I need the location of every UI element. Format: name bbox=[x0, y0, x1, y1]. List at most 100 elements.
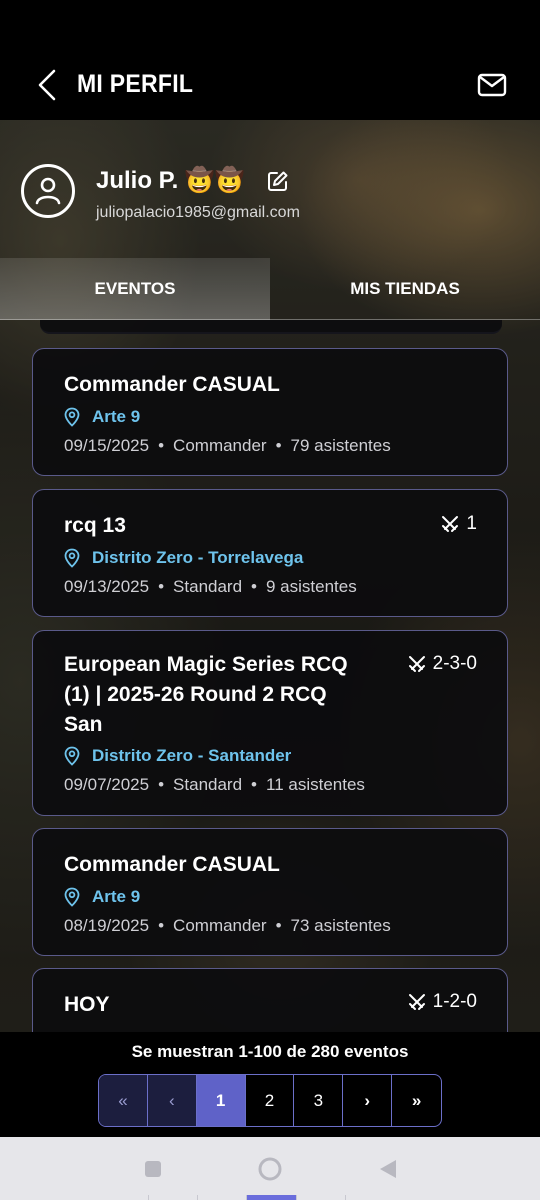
event-meta: 09/13/2025 • Standard • 9 asistentes bbox=[64, 577, 357, 597]
event-meta: 08/19/2025 • Commander • 73 asistentes bbox=[64, 916, 391, 936]
event-format: Commander bbox=[173, 916, 267, 935]
pagination-area: Se muestran 1-100 de 280 eventos « ‹ 1 2… bbox=[0, 1032, 540, 1137]
event-location[interactable]: Arte 9 bbox=[64, 887, 140, 907]
last-page-button[interactable]: » bbox=[392, 1075, 441, 1126]
app-header: MI PERFIL bbox=[0, 50, 540, 120]
chevron-left-icon bbox=[38, 69, 56, 101]
map-pin-icon bbox=[64, 887, 80, 907]
ghost-cell bbox=[148, 1195, 197, 1200]
triangle-back-icon bbox=[380, 1160, 396, 1178]
event-title: Commander CASUAL bbox=[64, 853, 280, 876]
event-card[interactable]: HOY 1-2-0 bbox=[32, 968, 508, 1032]
event-card[interactable]: Commander CASUAL Arte 9 08/19/2025 • Comma… bbox=[32, 828, 508, 956]
separator-dot: • bbox=[251, 775, 257, 794]
messages-button[interactable] bbox=[474, 68, 510, 102]
event-title: European Magic Series RCQ (1) | 2025-26 … bbox=[64, 650, 348, 740]
event-attendees: 73 asistentes bbox=[290, 916, 391, 935]
event-location-label: Distrito Zero - Torrelavega bbox=[92, 548, 304, 567]
page-1-button[interactable]: 1 bbox=[196, 1075, 246, 1126]
circle-icon bbox=[258, 1157, 282, 1181]
event-record: 2-3-0 bbox=[407, 653, 477, 675]
event-title: rcq 13 bbox=[64, 514, 126, 537]
event-record: 1 bbox=[440, 513, 477, 535]
event-meta: 09/15/2025 • Commander • 79 asistentes bbox=[64, 436, 391, 456]
pagination: « ‹ 1 2 3 › » bbox=[98, 1074, 442, 1127]
envelope-icon bbox=[477, 73, 507, 97]
map-pin-icon bbox=[64, 548, 80, 568]
event-attendees: 11 asistentes bbox=[266, 775, 365, 794]
avatar bbox=[21, 164, 75, 218]
pagination-ghost bbox=[148, 1195, 394, 1200]
events-list[interactable]: Commander CASUAL Arte 9 09/15/2025 • Comma… bbox=[0, 320, 540, 1032]
user-email: juliopalacio1985@gmail.com bbox=[96, 204, 300, 221]
back-nav-button[interactable] bbox=[374, 1155, 402, 1183]
edit-profile-button[interactable] bbox=[266, 169, 290, 193]
event-record: 1-2-0 bbox=[407, 991, 477, 1013]
separator-dot: • bbox=[275, 916, 282, 935]
event-format: Standard bbox=[173, 577, 243, 596]
separator-dot: • bbox=[158, 775, 165, 794]
user-name: Julio P. 🤠🤠 bbox=[96, 167, 245, 194]
map-pin-icon bbox=[64, 407, 80, 427]
previous-card-edge bbox=[40, 320, 502, 334]
home-button[interactable] bbox=[256, 1155, 284, 1183]
ghost-cell bbox=[197, 1195, 246, 1200]
system-navigation-bar bbox=[0, 1137, 540, 1200]
tab-bar: EVENTOS MIS TIENDAS bbox=[0, 258, 540, 320]
event-record-value: 2-3-0 bbox=[432, 653, 477, 674]
pencil-square-icon bbox=[268, 171, 288, 191]
event-record-value: 1-2-0 bbox=[432, 991, 477, 1012]
ghost-cell bbox=[344, 1195, 394, 1200]
event-attendees: 79 asistentes bbox=[290, 436, 391, 455]
crossed-swords-icon bbox=[408, 656, 425, 672]
map-pin-icon bbox=[64, 746, 80, 766]
next-page-button[interactable]: › bbox=[343, 1075, 393, 1126]
page-title: MI PERFIL bbox=[77, 70, 194, 98]
recents-button[interactable] bbox=[139, 1155, 167, 1183]
profile-section: Julio P. 🤠🤠 juliopalacio1985@gmail.com bbox=[0, 150, 540, 260]
event-location-label: Arte 9 bbox=[92, 887, 141, 906]
separator-dot: • bbox=[158, 916, 165, 935]
page-2-button[interactable]: 2 bbox=[246, 1075, 295, 1126]
event-date: 08/19/2025 bbox=[64, 916, 150, 935]
event-title: Commander CASUAL bbox=[64, 373, 280, 396]
event-format: Standard bbox=[173, 775, 243, 794]
separator-dot: • bbox=[275, 436, 282, 455]
previous-page-button[interactable]: ‹ bbox=[147, 1075, 197, 1126]
event-format: Commander bbox=[173, 436, 267, 455]
square-icon bbox=[145, 1161, 161, 1177]
event-card[interactable]: Commander CASUAL Arte 9 09/15/2025 • Comma… bbox=[32, 348, 508, 476]
back-button[interactable] bbox=[30, 66, 64, 104]
event-meta: 09/07/2025 • Standard • 11 asistentes bbox=[64, 775, 365, 795]
ghost-cell-active bbox=[246, 1195, 296, 1200]
event-location-label: Distrito Zero - Santander bbox=[92, 746, 292, 765]
pagination-info: Se muestran 1-100 de 280 eventos bbox=[131, 1042, 409, 1061]
event-location[interactable]: Distrito Zero - Torrelavega bbox=[64, 548, 303, 568]
tab-eventos[interactable]: EVENTOS bbox=[0, 258, 270, 320]
event-title-line: European Magic Series RCQ bbox=[64, 653, 348, 676]
event-record-value: 1 bbox=[466, 513, 477, 534]
separator-dot: • bbox=[251, 577, 257, 596]
event-location[interactable]: Distrito Zero - Santander bbox=[64, 746, 291, 766]
crossed-swords-icon bbox=[408, 994, 425, 1010]
event-title: HOY bbox=[64, 993, 110, 1016]
event-card[interactable]: European Magic Series RCQ (1) | 2025-26 … bbox=[32, 630, 508, 816]
event-title-line: San bbox=[64, 713, 103, 736]
ghost-cell bbox=[295, 1195, 345, 1200]
tab-mis-tiendas[interactable]: MIS TIENDAS bbox=[270, 258, 540, 320]
event-location-label: Arte 9 bbox=[92, 407, 141, 426]
event-card[interactable]: rcq 13 1 Distrito Zero - Torrelavega 09/… bbox=[32, 489, 508, 617]
separator-dot: • bbox=[158, 577, 165, 596]
separator-dot: • bbox=[158, 436, 165, 455]
first-page-button[interactable]: « bbox=[99, 1075, 148, 1126]
user-circle-icon bbox=[35, 177, 61, 205]
crossed-swords-icon bbox=[442, 516, 459, 532]
status-bar bbox=[0, 0, 540, 50]
event-date: 09/13/2025 bbox=[64, 577, 150, 596]
event-date: 09/07/2025 bbox=[64, 775, 150, 794]
event-attendees: 9 asistentes bbox=[266, 577, 357, 596]
page-3-button[interactable]: 3 bbox=[294, 1075, 344, 1126]
event-location[interactable]: Arte 9 bbox=[64, 407, 140, 427]
event-title-line: (1) | 2025-26 Round 2 RCQ bbox=[64, 683, 327, 706]
event-date: 09/15/2025 bbox=[64, 436, 150, 455]
